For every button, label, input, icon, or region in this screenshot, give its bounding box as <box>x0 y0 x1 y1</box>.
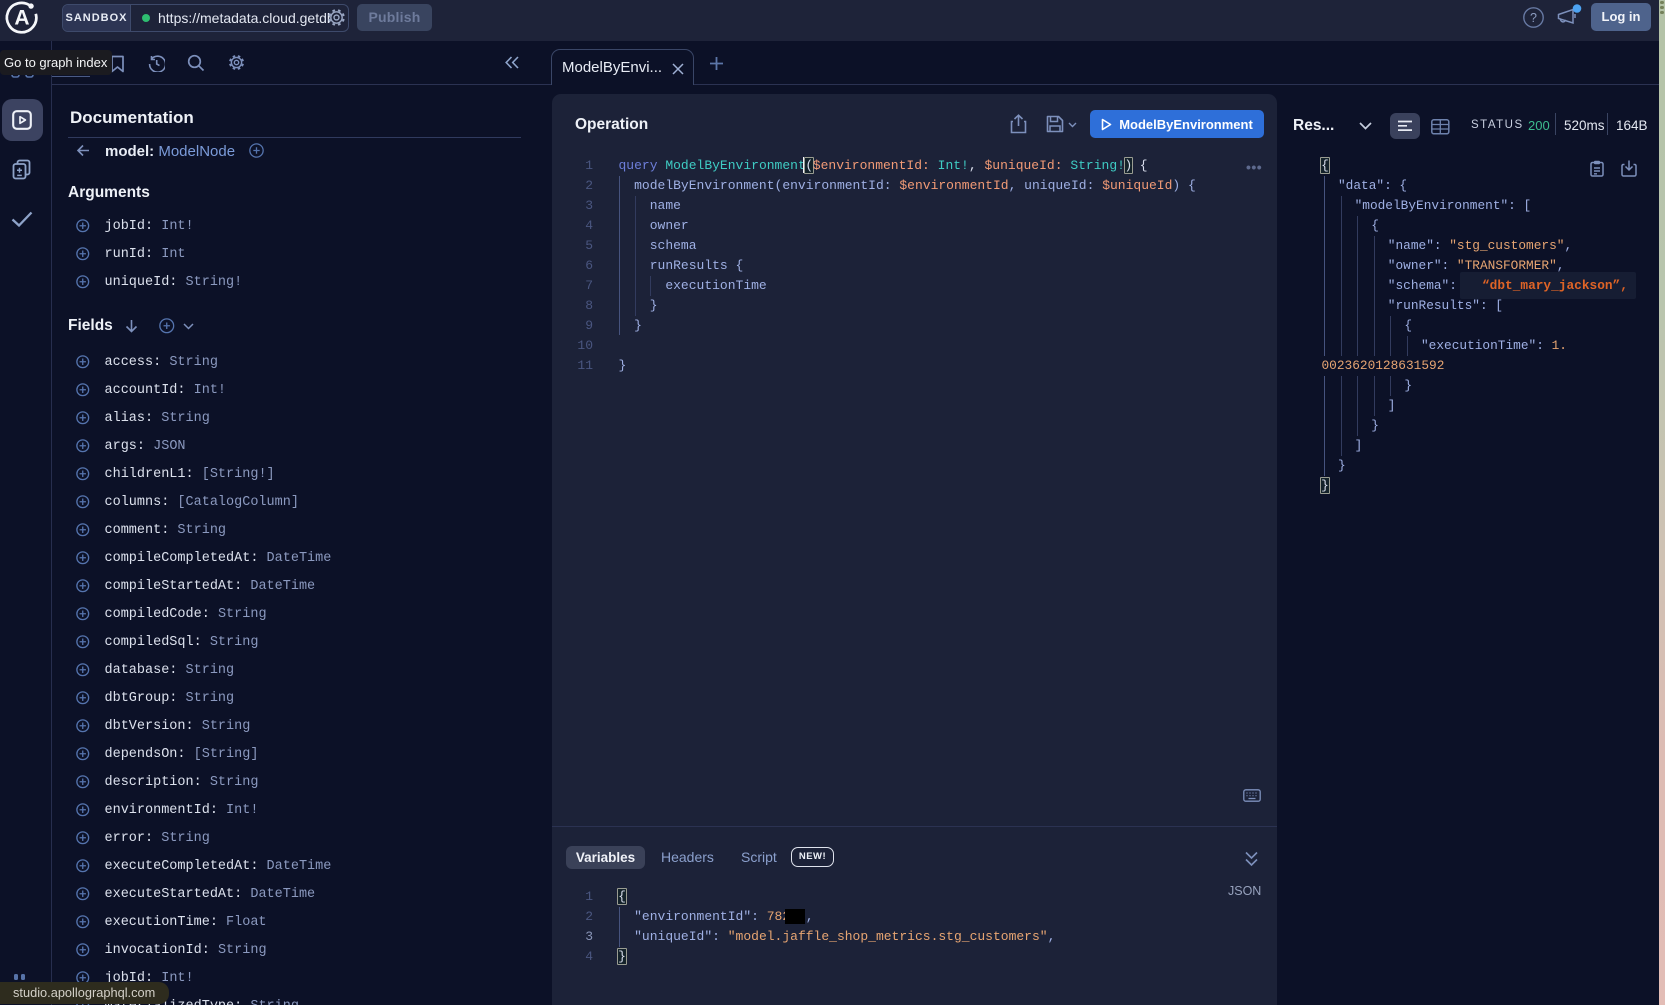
svg-text:A: A <box>14 7 29 30</box>
svg-text:?: ? <box>1530 11 1537 25</box>
